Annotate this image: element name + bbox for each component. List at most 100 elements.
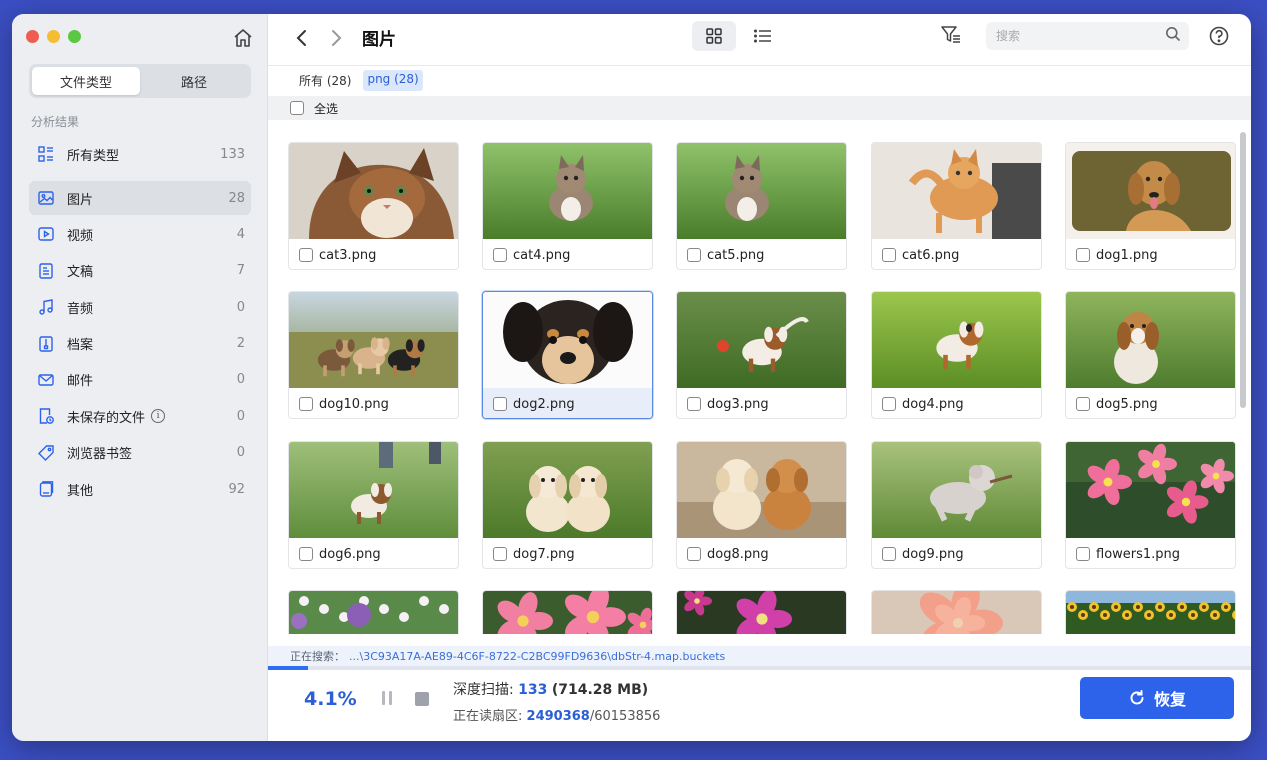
sidebar-item-bookmarks[interactable]: 浏览器书签 0 (29, 436, 251, 470)
file-card[interactable] (871, 590, 1042, 634)
sidebar-item-other[interactable]: 其他 92 (29, 472, 251, 506)
back-icon[interactable] (294, 26, 310, 54)
help-icon[interactable] (1208, 25, 1230, 51)
file-thumbnail (483, 442, 652, 538)
toolbar: 图片 (268, 14, 1251, 66)
sector-read-label: 正在读扇区: (453, 709, 523, 724)
sidebar-item-mail[interactable]: 邮件 0 (29, 363, 251, 397)
file-thumbnail (872, 292, 1041, 388)
mail-icon (37, 371, 55, 389)
file-checkbox[interactable] (493, 397, 507, 411)
file-checkbox[interactable] (687, 248, 701, 262)
file-card[interactable]: dog8.png (676, 441, 847, 569)
file-checkbox[interactable] (882, 397, 896, 411)
info-icon[interactable]: i (151, 409, 166, 424)
file-card-footer: dog4.png (872, 388, 1041, 418)
other-icon (37, 480, 55, 498)
file-card[interactable]: dog10.png (288, 291, 459, 419)
grid-list-icon (37, 145, 55, 163)
file-checkbox[interactable] (1076, 547, 1090, 561)
file-checkbox[interactable] (299, 248, 313, 262)
file-card[interactable]: dog3.png (676, 291, 847, 419)
sidebar-item-archives[interactable]: 档案 2 (29, 327, 251, 361)
file-card[interactable] (676, 590, 847, 634)
sidebar-item-unsaved-files[interactable]: 未保存的文件 i 0 (29, 399, 251, 433)
file-card-footer: dog7.png (483, 538, 652, 568)
sidebar-item-audio[interactable]: 音频 0 (29, 290, 251, 324)
sidebar-item-video[interactable]: 视频 4 (29, 217, 251, 251)
file-card[interactable]: dog4.png (871, 291, 1042, 419)
file-card[interactable]: dog5.png (1065, 291, 1236, 419)
sidebar-item-all-types[interactable]: 所有类型 133 (29, 137, 251, 171)
file-card[interactable] (482, 590, 653, 634)
progress-percent: 4.1% (304, 688, 357, 710)
minimize-window-button[interactable] (47, 30, 60, 43)
select-all-checkbox[interactable] (290, 101, 304, 115)
file-card[interactable]: dog2.png (482, 291, 653, 419)
tab-path[interactable]: 路径 (140, 67, 248, 95)
home-icon[interactable] (231, 26, 255, 50)
file-thumbnail (872, 143, 1041, 239)
sidebar-item-documents[interactable]: 文稿 7 (29, 254, 251, 288)
file-name: flowers1.png (1096, 546, 1181, 562)
file-card[interactable]: dog7.png (482, 441, 653, 569)
file-thumbnail (872, 442, 1041, 538)
music-icon (37, 298, 55, 316)
vertical-scrollbar[interactable] (1240, 132, 1246, 408)
file-card[interactable]: dog6.png (288, 441, 459, 569)
sidebar-item-label: 档案 (67, 338, 94, 354)
file-checkbox[interactable] (687, 547, 701, 561)
pause-icon[interactable] (380, 690, 394, 710)
file-thumbnail (872, 591, 1041, 634)
file-name: dog8.png (707, 546, 769, 562)
file-card[interactable]: flowers1.png (1065, 441, 1236, 569)
sidebar-item-count: 28 (228, 190, 245, 206)
search-input[interactable] (996, 29, 1165, 43)
file-card-footer: dog10.png (289, 388, 458, 418)
search-icon[interactable] (1165, 26, 1181, 46)
file-card[interactable] (288, 590, 459, 634)
file-checkbox[interactable] (882, 547, 896, 561)
file-checkbox[interactable] (493, 547, 507, 561)
recover-button[interactable]: 恢复 (1080, 677, 1234, 719)
file-card[interactable]: dog9.png (871, 441, 1042, 569)
list-view-button[interactable] (748, 21, 778, 51)
file-checkbox[interactable] (299, 397, 313, 411)
file-card[interactable]: cat6.png (871, 142, 1042, 270)
select-all-label: 全选 (314, 101, 339, 116)
stop-icon[interactable] (415, 691, 429, 710)
file-thumbnail (289, 292, 458, 388)
grid-view-button[interactable] (692, 21, 736, 51)
search-path: ...\3C93A17A-AE89-4C6F-8722-C2BC99FD9636… (349, 649, 726, 663)
file-checkbox[interactable] (882, 248, 896, 262)
file-card-footer: cat4.png (483, 239, 652, 269)
filter-icon[interactable] (940, 24, 962, 50)
file-checkbox[interactable] (687, 397, 701, 411)
file-thumbnail (1066, 292, 1235, 388)
forward-icon[interactable] (328, 26, 344, 54)
sidebar-item-images[interactable]: 图片 28 (29, 181, 251, 215)
file-name: dog9.png (902, 546, 964, 562)
file-checkbox[interactable] (493, 248, 507, 262)
file-card[interactable]: dog1.png (1065, 142, 1236, 270)
sector-read-total: /60153856 (589, 709, 661, 724)
filter-tag-png[interactable]: png (28) (363, 70, 423, 91)
deep-scan-info: 深度扫描: 133 (714.28 MB) (453, 679, 648, 699)
file-checkbox[interactable] (1076, 248, 1090, 262)
file-name: dog1.png (1096, 247, 1158, 263)
close-window-button[interactable] (26, 30, 39, 43)
file-checkbox[interactable] (299, 547, 313, 561)
file-thumbnail (1066, 442, 1235, 538)
file-card[interactable]: cat5.png (676, 142, 847, 270)
file-card[interactable]: cat3.png (288, 142, 459, 270)
file-checkbox[interactable] (1076, 397, 1090, 411)
tab-file-type[interactable]: 文件类型 (32, 67, 140, 95)
file-thumbnail (677, 143, 846, 239)
file-card[interactable]: cat4.png (482, 142, 653, 270)
file-thumbnail (677, 292, 846, 388)
zoom-window-button[interactable] (68, 30, 81, 43)
file-thumbnail (483, 292, 652, 388)
filter-tag-all[interactable]: 所有 (28) (295, 70, 355, 91)
file-card[interactable] (1065, 590, 1236, 634)
deep-scan-count: 133 (518, 682, 548, 698)
